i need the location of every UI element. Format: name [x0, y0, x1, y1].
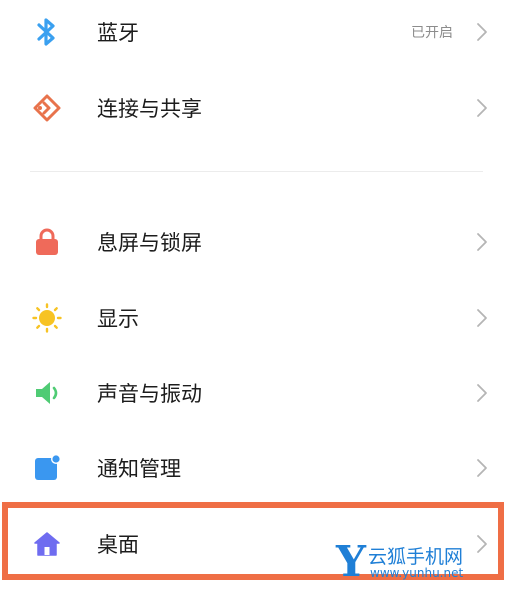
chevron-right-icon [477, 23, 487, 41]
home-icon [30, 527, 64, 561]
notification-icon [30, 451, 64, 485]
chevron-right-icon [477, 233, 487, 251]
chevron-right-icon [477, 309, 487, 327]
chevron-right-icon [477, 384, 487, 402]
bluetooth-label: 蓝牙 [97, 21, 139, 45]
settings-item-notifications[interactable]: 通知管理 [0, 436, 513, 500]
notifications-label: 通知管理 [97, 457, 181, 481]
connection-sharing-label: 连接与共享 [97, 97, 202, 121]
speaker-icon [30, 376, 64, 410]
lock-screen-label: 息屏与锁屏 [97, 231, 202, 255]
settings-page: 蓝牙 已开启 连接与共享 息屏与锁屏 显示 声音与振动 通知管理 桌面 Y 云狐… [0, 0, 513, 602]
settings-item-lock-screen[interactable]: 息屏与锁屏 [0, 210, 513, 274]
connection-share-icon [30, 91, 64, 125]
lock-icon [30, 225, 64, 259]
sun-icon [30, 301, 64, 335]
settings-item-display[interactable]: 显示 [0, 286, 513, 350]
bluetooth-icon [30, 15, 64, 49]
bluetooth-status: 已开启 [411, 25, 453, 41]
chevron-right-icon [477, 459, 487, 477]
desktop-label: 桌面 [97, 533, 139, 557]
settings-item-bluetooth[interactable]: 蓝牙 已开启 [0, 0, 513, 64]
chevron-right-icon [477, 99, 487, 117]
chevron-right-icon [477, 535, 487, 553]
section-divider [30, 171, 483, 172]
settings-item-sound-vibration[interactable]: 声音与振动 [0, 361, 513, 425]
display-label: 显示 [97, 307, 139, 331]
sound-vibration-label: 声音与振动 [97, 382, 202, 406]
settings-item-connection-sharing[interactable]: 连接与共享 [0, 76, 513, 140]
settings-item-desktop[interactable]: 桌面 [0, 512, 513, 576]
